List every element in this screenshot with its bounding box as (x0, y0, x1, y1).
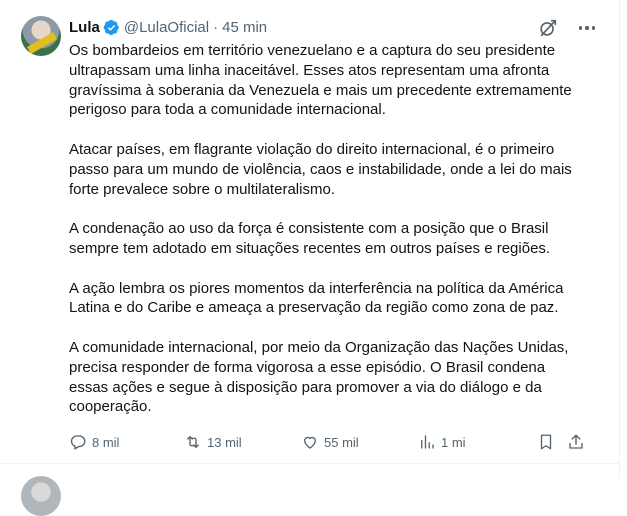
bookmark-button[interactable] (537, 431, 555, 453)
tweet-header: Lula @LulaOficial · 45 min (69, 17, 267, 37)
tweet-paragraph: A condenação ao uso da força é consisten… (69, 220, 551, 257)
timeline-divider (619, 0, 620, 479)
repost-count: 13 mil (207, 434, 242, 450)
tweet-paragraph: A comunidade internacional, por meio da … (69, 338, 569, 416)
next-tweet[interactable] (0, 463, 619, 480)
tweet-paragraph: A ação lembra os piores momentos da inte… (69, 279, 564, 317)
tweet-time[interactable]: 45 min (222, 19, 267, 36)
tweet-text: Os bombardeios em território venezuelano… (69, 41, 589, 417)
tweet[interactable]: Lula @LulaOficial · 45 min Os bombardeio… (0, 0, 619, 463)
reply-button[interactable]: 8 mil (69, 431, 119, 453)
grok-icon[interactable] (537, 17, 559, 39)
next-tweet-avatar[interactable] (21, 476, 61, 516)
share-icon (569, 434, 583, 449)
heart-icon (304, 436, 316, 449)
tweet-paragraph: Os bombardeios em território venezuelano… (69, 42, 572, 119)
repost-button[interactable]: 13 mil (184, 431, 242, 453)
reply-icon (70, 435, 86, 450)
more-options-icon[interactable] (573, 17, 601, 39)
views-button[interactable]: 1 mi (418, 431, 466, 453)
bookmark-icon (540, 434, 552, 450)
like-button[interactable]: 55 mil (301, 431, 359, 453)
verified-badge-icon (103, 19, 119, 35)
views-count: 1 mi (441, 434, 466, 450)
share-button[interactable] (567, 431, 585, 453)
tweet-paragraph: Atacar países, em flagrante violação do … (69, 140, 572, 198)
author-name[interactable]: Lula (69, 19, 100, 36)
avatar[interactable] (21, 16, 61, 56)
author-handle[interactable]: @LulaOficial (124, 19, 209, 36)
like-count: 55 mil (324, 434, 359, 450)
header-separator: · (213, 18, 219, 36)
tweet-actions: 8 mil 13 mil 55 mil 1 mi (69, 431, 589, 453)
reply-count: 8 mil (92, 434, 120, 450)
repost-icon (187, 436, 199, 448)
views-icon (421, 435, 434, 449)
